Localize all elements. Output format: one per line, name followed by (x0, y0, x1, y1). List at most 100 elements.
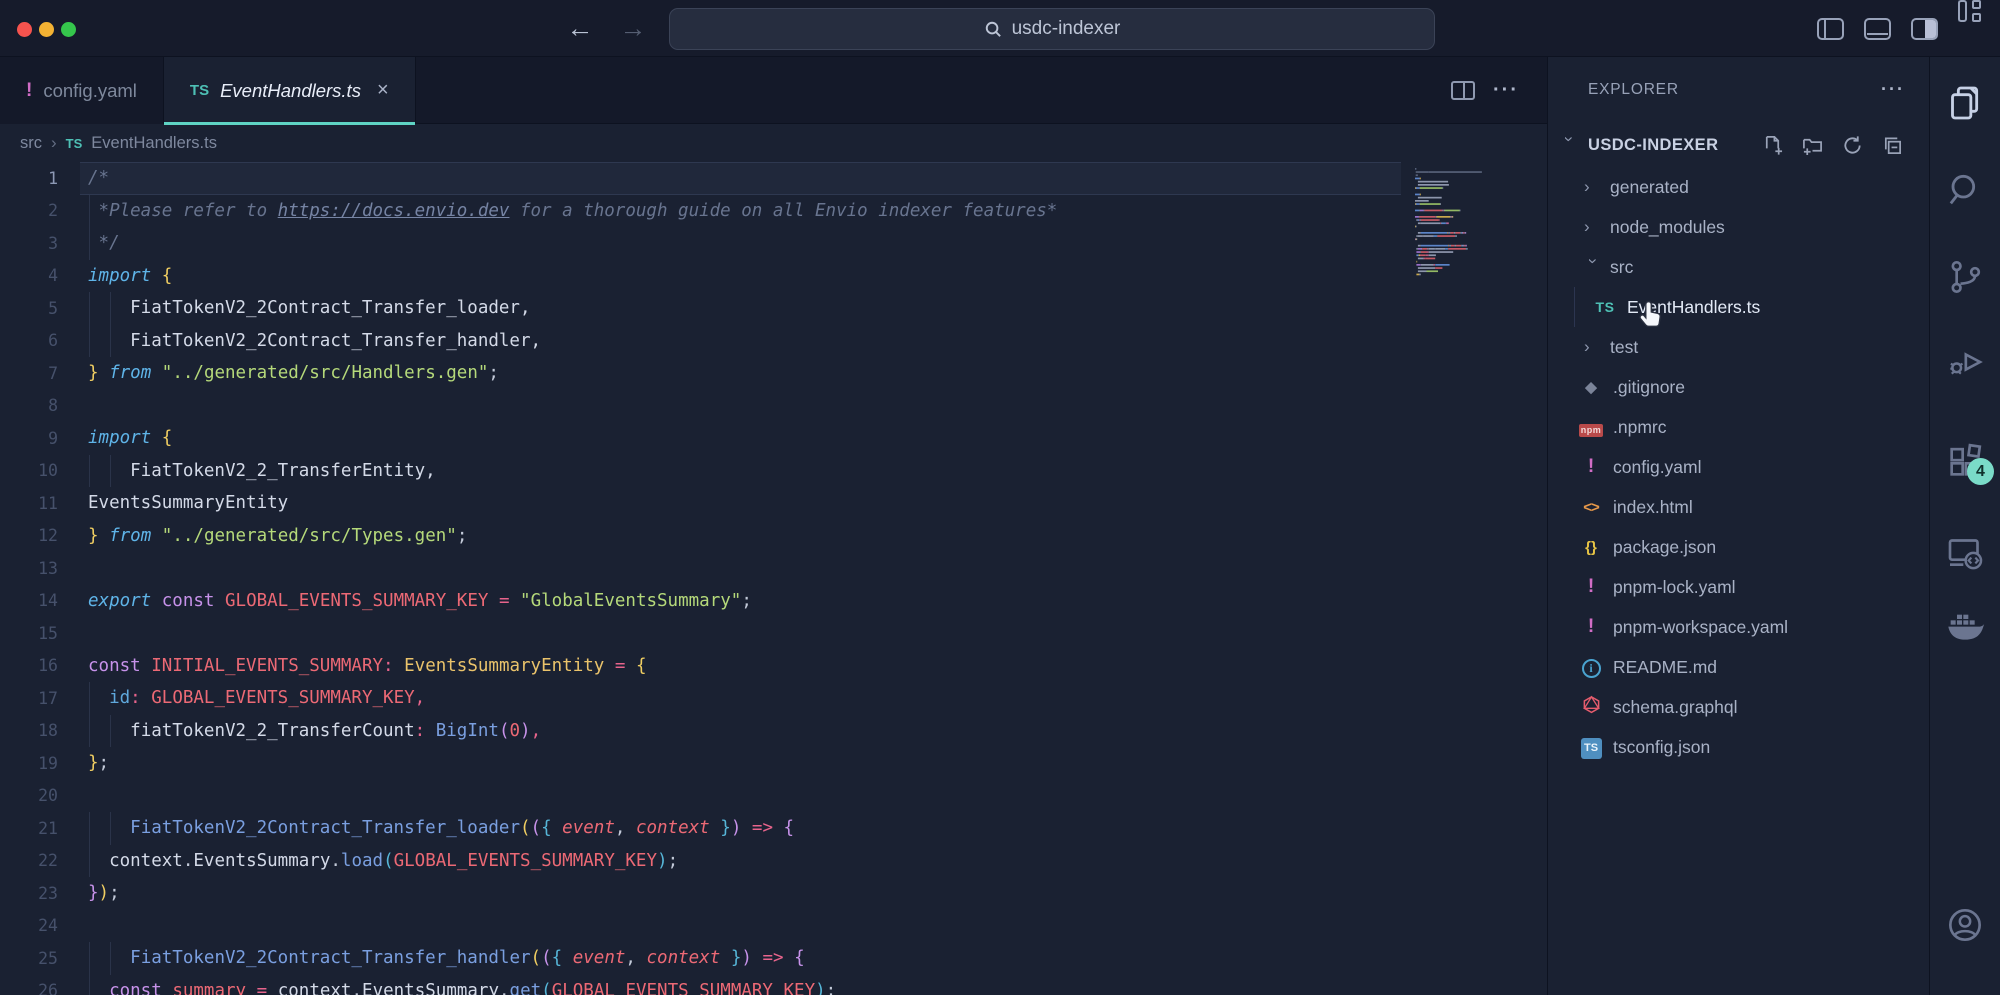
code-line[interactable]: 23}); (0, 877, 1547, 910)
tree-file-index-html[interactable]: <>index.html (1548, 487, 1929, 527)
code-line[interactable]: 2 *Please refer to https://docs.envio.de… (0, 195, 1547, 228)
new-file-icon[interactable] (1762, 135, 1783, 156)
code-editor[interactable]: 1/*2 *Please refer to https://docs.envio… (0, 162, 1547, 995)
tab-eventhandlers-ts[interactable]: TS EventHandlers.ts × (164, 57, 416, 124)
breadcrumb-file[interactable]: EventHandlers.ts (91, 134, 217, 153)
tree-file-pnpm-lock-yaml[interactable]: !pnpm-lock.yaml (1548, 567, 1929, 607)
command-center-search[interactable]: usdc-indexer (669, 8, 1435, 50)
code-line[interactable]: 21 FiatTokenV2_2Contract_Transfer_loader… (0, 812, 1547, 845)
tree-file-schema-graphql[interactable]: schema.graphql (1548, 687, 1929, 727)
code-line[interactable]: 6 FiatTokenV2_2Contract_Transfer_handler… (0, 325, 1547, 358)
breadcrumb[interactable]: src › TS EventHandlers.ts (0, 124, 1547, 162)
tree-file--npmrc[interactable]: npm.npmrc (1548, 407, 1929, 447)
new-folder-icon[interactable] (1802, 135, 1823, 156)
code-line[interactable]: 8 (0, 390, 1547, 423)
docker-icon[interactable] (1945, 608, 1985, 648)
toggle-panel-icon[interactable] (1864, 18, 1891, 40)
collapse-all-icon[interactable] (1882, 135, 1903, 156)
code-line-text[interactable]: FiatTokenV2_2Contract_Transfer_handler, (88, 331, 541, 351)
tree-file-config-yaml[interactable]: !config.yaml (1548, 447, 1929, 487)
code-line-text[interactable]: */ (88, 233, 120, 253)
code-line-text[interactable]: id: GLOBAL_EVENTS_SUMMARY_KEY, (88, 688, 425, 708)
extensions-badge: 4 (1967, 458, 1994, 485)
code-line-text[interactable]: *Please refer to https://docs.envio.dev … (88, 201, 1057, 221)
code-line-text[interactable]: EventsSummaryEntity (88, 493, 288, 513)
extensions-icon[interactable]: 4 (1945, 440, 1985, 480)
explorer-more-actions-icon[interactable]: ··· (1881, 79, 1905, 100)
code-line-text[interactable]: const summary = context.EventsSummary.ge… (88, 981, 836, 995)
refresh-icon[interactable] (1842, 135, 1863, 156)
code-line[interactable]: 22 context.EventsSummary.load(GLOBAL_EVE… (0, 845, 1547, 878)
code-line-text[interactable]: }); (88, 883, 120, 903)
remote-explorer-icon[interactable] (1945, 533, 1985, 573)
customize-layout-icon[interactable] (1958, 0, 1959, 22)
code-line-text[interactable]: fiatTokenV2_2_TransferCount: BigInt(0), (88, 721, 541, 741)
code-line-text[interactable]: import { (88, 266, 172, 286)
window-minimize-button[interactable] (39, 22, 54, 37)
code-line-text[interactable]: export const GLOBAL_EVENTS_SUMMARY_KEY =… (88, 591, 752, 611)
code-line-text[interactable]: /* (88, 168, 109, 188)
tree-file-readme-md[interactable]: iREADME.md (1548, 647, 1929, 687)
code-line[interactable]: 4import { (0, 260, 1547, 293)
code-line[interactable]: 16const INITIAL_EVENTS_SUMMARY: EventsSu… (0, 650, 1547, 683)
code-line[interactable]: 14export const GLOBAL_EVENTS_SUMMARY_KEY… (0, 585, 1547, 618)
split-editor-icon[interactable] (1451, 81, 1475, 100)
tree-item-label: .gitignore (1613, 377, 1685, 398)
tree-file-tsconfig-json[interactable]: TStsconfig.json (1548, 727, 1929, 767)
tree-folder-node-modules[interactable]: ›node_modules (1548, 207, 1929, 247)
code-line[interactable]: 20 (0, 780, 1547, 813)
toggle-secondary-sidebar-icon[interactable] (1911, 18, 1938, 40)
code-line[interactable]: 18 fiatTokenV2_2_TransferCount: BigInt(0… (0, 715, 1547, 748)
code-line-text[interactable]: const INITIAL_EVENTS_SUMMARY: EventsSumm… (88, 656, 647, 676)
code-line[interactable]: 3 */ (0, 227, 1547, 260)
code-line-text[interactable]: FiatTokenV2_2Contract_Transfer_loader(({… (88, 818, 794, 838)
navigate-back-button[interactable]: ← (560, 10, 600, 46)
window-zoom-button[interactable] (61, 22, 76, 37)
account-icon[interactable] (1945, 905, 1985, 945)
code-line-text[interactable]: } from "../generated/src/Handlers.gen"; (88, 363, 499, 383)
tree-file-eventhandlers-ts[interactable]: TSEventHandlers.ts (1548, 287, 1929, 327)
code-line[interactable]: 10 FiatTokenV2_2_TransferEntity, (0, 455, 1547, 488)
tree-file--gitignore[interactable]: ◆.gitignore (1548, 367, 1929, 407)
code-line-text[interactable]: FiatTokenV2_2Contract_Transfer_handler((… (88, 948, 805, 968)
code-line[interactable]: 13 (0, 552, 1547, 585)
tree-file-pnpm-workspace-yaml[interactable]: !pnpm-workspace.yaml (1548, 607, 1929, 647)
source-control-icon[interactable] (1945, 257, 1985, 297)
code-line[interactable]: 12 } from "../generated/src/Types.gen"; (0, 520, 1547, 553)
breadcrumb-folder[interactable]: src (20, 134, 42, 153)
code-line[interactable]: 9import { (0, 422, 1547, 455)
tab-config-yaml[interactable]: ! config.yaml (0, 57, 164, 124)
code-line-text[interactable]: import { (88, 428, 172, 448)
toggle-primary-sidebar-icon[interactable] (1817, 18, 1844, 40)
tree-file-package-json[interactable]: {}package.json (1548, 527, 1929, 567)
code-line[interactable]: 24 (0, 910, 1547, 943)
minimap[interactable] (1409, 164, 1527, 276)
code-line[interactable]: 11EventsSummaryEntity (0, 487, 1547, 520)
code-line-text[interactable]: }; (88, 753, 109, 773)
line-number: 12 (0, 526, 58, 545)
run-and-debug-icon[interactable] (1945, 342, 1985, 382)
search-icon[interactable] (1945, 170, 1985, 210)
code-line-text[interactable]: FiatTokenV2_2_TransferEntity, (88, 461, 436, 481)
navigate-forward-button[interactable]: → (613, 10, 653, 46)
code-line[interactable]: 7} from "../generated/src/Handlers.gen"; (0, 357, 1547, 390)
code-line[interactable]: 17 id: GLOBAL_EVENTS_SUMMARY_KEY, (0, 682, 1547, 715)
code-line[interactable]: 5 FiatTokenV2_2Contract_Transfer_loader, (0, 292, 1547, 325)
tree-item-label: node_modules (1610, 217, 1725, 238)
window-close-button[interactable] (17, 22, 32, 37)
tree-folder-test[interactable]: ›test (1548, 327, 1929, 367)
code-line-text[interactable]: } from "../generated/src/Types.gen"; (88, 526, 467, 546)
code-line-text[interactable]: context.EventsSummary.load(GLOBAL_EVENTS… (88, 851, 678, 871)
editor-more-actions-icon[interactable]: ··· (1493, 79, 1519, 102)
explorer-icon[interactable] (1945, 83, 1985, 123)
code-line-text[interactable]: FiatTokenV2_2Contract_Transfer_loader, (88, 298, 531, 318)
code-line[interactable]: 25 FiatTokenV2_2Contract_Transfer_handle… (0, 942, 1547, 975)
code-line[interactable]: 15 (0, 617, 1547, 650)
tree-folder-src[interactable]: ›src (1548, 247, 1929, 287)
code-line[interactable]: 26 const summary = context.EventsSummary… (0, 975, 1547, 995)
code-line[interactable]: 1/* (0, 162, 1547, 195)
tree-folder-generated[interactable]: ›generated (1548, 167, 1929, 207)
project-root-row[interactable]: › USDC-INDEXER (1548, 126, 1929, 164)
tab-close-icon[interactable]: × (377, 79, 389, 102)
code-line[interactable]: 19}; (0, 747, 1547, 780)
